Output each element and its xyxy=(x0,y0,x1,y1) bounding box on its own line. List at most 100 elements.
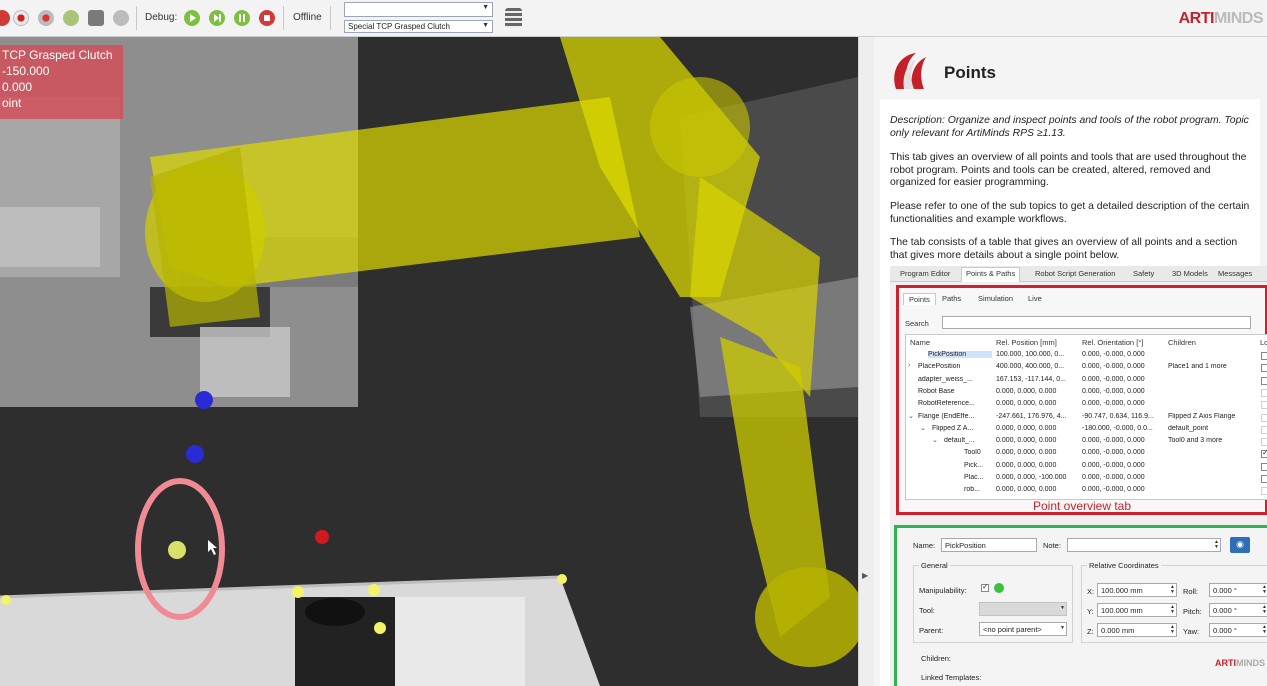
orientation-cell: -180.000, -0.000, 0.0... xyxy=(1082,424,1153,432)
point-name-cell: rob... xyxy=(964,486,980,494)
pause-icon[interactable] xyxy=(234,10,250,26)
orientation-cell: 0.000, -0.000, 0.000 xyxy=(1082,449,1145,457)
position-cell: 0.000, 0.000, 0.000 xyxy=(996,424,1057,432)
scene-icon[interactable] xyxy=(63,10,79,26)
roll-label: Roll: xyxy=(1183,587,1199,596)
position-cell: 0.000, 0.000, -100.000 xyxy=(996,474,1067,481)
help-panel: Points Description: Organize and inspect… xyxy=(874,37,1267,686)
table-row: Plac... 0.000, 0.000, -100.000 0.000, -0.0… xyxy=(906,473,1267,485)
y-field: 100.000 mm ▲ ▼ xyxy=(1097,603,1177,617)
note-label: Note: xyxy=(1043,541,1061,550)
scene-render xyxy=(0,37,858,686)
x-field: 100.000 mm ▲ ▼ xyxy=(1097,583,1177,597)
subtab-points: Points xyxy=(903,293,936,305)
orientation-cell: 0.000, -0.000, 0.000 xyxy=(1082,375,1145,383)
lock-checkbox xyxy=(1261,413,1267,422)
overlay-line: oint xyxy=(2,96,22,110)
lock-checkbox xyxy=(1261,438,1267,447)
point-name-cell: default_... xyxy=(944,437,975,445)
point-name-cell: PlacePosition xyxy=(918,363,961,371)
children-cell: Place1 and 1 more xyxy=(1168,363,1227,371)
column-header: Name xyxy=(910,338,931,347)
expand-down-icon: ⌄ xyxy=(920,424,926,432)
table-row: rob... 0.000, 0.000, 0.000 0.000, -0.000, … xyxy=(906,485,1267,497)
x-label: X: xyxy=(1087,587,1095,596)
point-overview-highlight: Points Paths Simulation Live Search Name… xyxy=(896,285,1267,515)
expand-down-icon: ⌄ xyxy=(932,437,938,445)
lock-checkbox xyxy=(1261,487,1267,496)
lock-checkbox xyxy=(1261,352,1267,360)
robot-select[interactable]: ▼ xyxy=(344,2,493,17)
chevron-down-icon: ▼ xyxy=(482,4,489,11)
point-name-cell: RobotReference... xyxy=(918,400,975,408)
table-row: ⌄ Flipped Z A... 0.000, 0.000, 0.000 -180.0… xyxy=(906,424,1267,436)
gear-icon[interactable] xyxy=(113,10,129,26)
toolbar-separator xyxy=(330,6,331,30)
stop-record-icon[interactable] xyxy=(0,10,10,26)
structure-icon[interactable] xyxy=(88,10,104,26)
toolbar-separator xyxy=(136,6,137,30)
position-cell: 0.000, 0.000, 0.000 xyxy=(996,486,1057,494)
z-field: 0.000 mm ▲ ▼ xyxy=(1097,623,1177,637)
column-header: Children xyxy=(1168,338,1196,347)
artiminds-logo-icon xyxy=(894,53,926,89)
orientation-cell: 0.000, -0.000, 0.000 xyxy=(1082,363,1145,371)
table-row: ⌄ Flange (EndEffe... -247.661, 176.976, 4.… xyxy=(906,412,1267,424)
tab-messages: Messages xyxy=(1218,269,1253,278)
column-header: Rel. Position [mm] xyxy=(996,338,1057,347)
point-name-cell: Flipped Z A... xyxy=(932,424,974,432)
main-tab-bar: Program Editor Points & Paths Robot Scri… xyxy=(890,266,1267,282)
table-row: Tool0 0.000, 0.000, 0.000 0.000, -0.000, 0… xyxy=(906,448,1267,460)
points-table: Name Rel. Position [mm] Rel. Orientation… xyxy=(905,334,1267,500)
search-input xyxy=(942,316,1251,329)
table-row: adapter_weiss_... 167.153, -117.144, 0...… xyxy=(906,375,1267,387)
pitch-label: Pitch: xyxy=(1183,607,1202,616)
artiminds-watermark: ARTIMINDS xyxy=(1215,658,1265,668)
description-text: Description: Organize and inspect points… xyxy=(890,115,1249,139)
stop-icon[interactable] xyxy=(259,10,275,26)
table-row: Robot Base 0.000, 0.000, 0.000 0.000, -0.0… xyxy=(906,387,1267,399)
overlay-line: -150.000 xyxy=(2,64,50,78)
point-name-cell: Pick... xyxy=(964,461,984,469)
expand-down-icon: ⌄ xyxy=(908,412,914,420)
step-icon[interactable] xyxy=(209,10,225,26)
name-field: PickPosition xyxy=(941,538,1037,552)
lock-checkbox xyxy=(1261,376,1267,385)
point-name-cell: Flange (EndEffe... xyxy=(918,412,975,420)
page-title: Points xyxy=(944,63,996,82)
collapse-arrow-icon[interactable]: ▶ xyxy=(862,571,868,580)
orientation-cell: 0.000, -0.000, 0.000 xyxy=(1082,461,1145,469)
subtab-live: Live xyxy=(1028,294,1042,303)
position-cell: 0.000, 0.000, 0.000 xyxy=(996,461,1057,469)
tab-robot-script: Robot Script Generation xyxy=(1035,269,1116,278)
record-stop-icon[interactable] xyxy=(38,10,54,26)
3d-viewport[interactable]: TCP Grasped Clutch -150.000 0.000 oint xyxy=(0,37,858,686)
debug-label: Debug: xyxy=(145,12,178,23)
tool-select: ▼ xyxy=(979,602,1067,616)
paragraph: This tab gives an overview of all points… xyxy=(890,152,1247,188)
tcp-select[interactable]: Special TCP Grasped Clutch ▼ xyxy=(344,20,493,33)
note-field: ▲ ▼ xyxy=(1067,538,1221,552)
table-row: › PlacePosition 400.000, 400.000, 0... 0.00… xyxy=(906,362,1267,374)
table-row: RobotReference... 0.000, 0.000, 0.000 0.00… xyxy=(906,399,1267,411)
point-name-cell: Robot Base xyxy=(918,387,955,395)
status-dot-icon xyxy=(994,583,1004,593)
position-cell: 100.000, 100.000, 0... xyxy=(996,351,1065,358)
point-detail-highlight: Name: PickPosition Note: ▲ ▼ ◉ General Ma… xyxy=(894,525,1267,686)
panel-splitter[interactable]: ▶ xyxy=(858,37,874,686)
subtab-paths: Paths xyxy=(942,294,962,303)
lock-checkbox xyxy=(1261,425,1267,434)
toolbar-list-icon[interactable] xyxy=(505,8,522,28)
point-name-cell: Plac... xyxy=(964,474,984,481)
z-label: Z: xyxy=(1087,627,1094,636)
manipulability-label: Manipulability: xyxy=(919,586,967,595)
play-icon[interactable] xyxy=(184,10,200,26)
record-icon[interactable] xyxy=(13,10,29,26)
paragraph: Please refer to one of the sub topics to… xyxy=(890,201,1250,225)
orientation-cell: 0.000, -0.000, 0.000 xyxy=(1082,351,1145,358)
parent-select: <no point parent> ▼ xyxy=(979,622,1067,636)
orientation-cell: 0.000, -0.000, 0.000 xyxy=(1082,400,1145,408)
lock-checkbox xyxy=(1261,475,1267,483)
artiminds-logo: ARTIMINDS xyxy=(1178,10,1264,27)
position-cell: 167.153, -117.144, 0... xyxy=(996,375,1066,383)
